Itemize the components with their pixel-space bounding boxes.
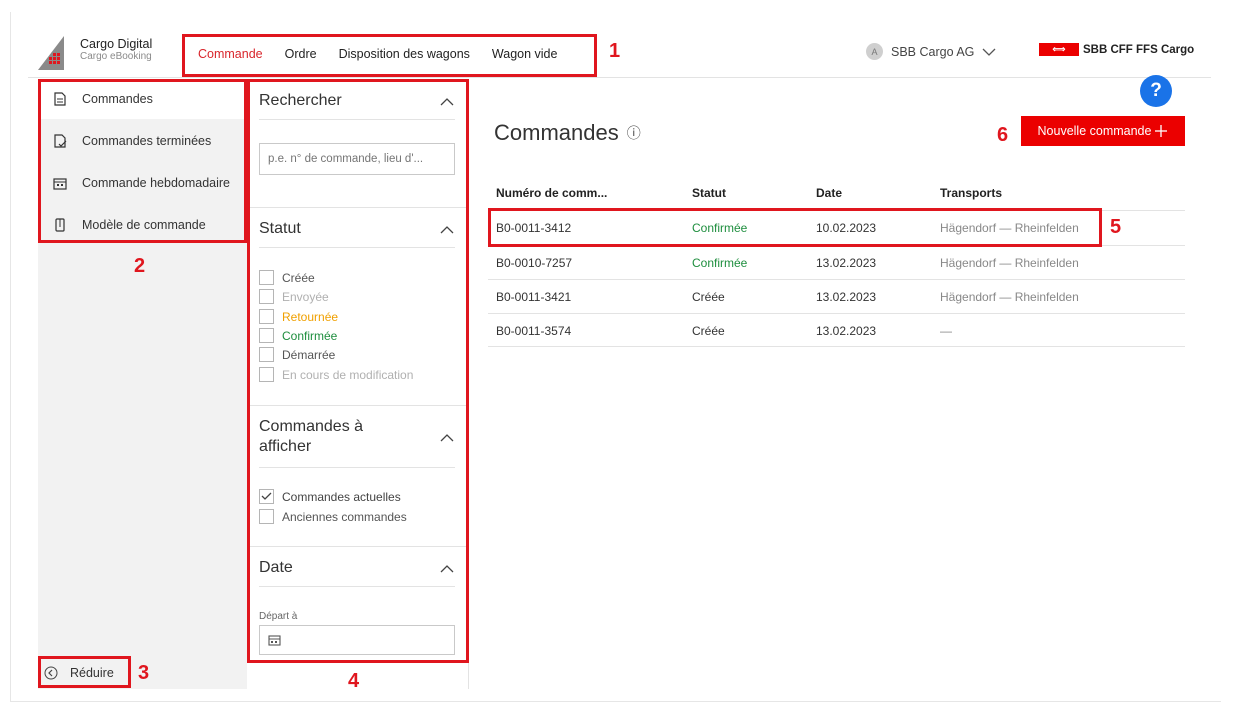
help-button[interactable]: ?: [1140, 75, 1172, 107]
new-order-label: Nouvelle commande: [1037, 124, 1152, 138]
chevron-down-icon: [982, 48, 996, 56]
column-header-status[interactable]: Statut: [692, 186, 726, 200]
column-header-transports[interactable]: Transports: [940, 186, 1002, 200]
annotation-number-4: 4: [348, 670, 360, 692]
avatar: A: [866, 43, 883, 60]
annotation-number-5: 5: [1110, 216, 1122, 238]
info-icon[interactable]: ⓘ: [627, 123, 641, 143]
order-date: 13.02.2023: [816, 290, 877, 304]
annotation-number-3: 3: [138, 662, 150, 684]
annotation-box-1: [182, 34, 597, 77]
order-status: Créée: [692, 324, 725, 338]
annotation-box-2: [38, 79, 247, 243]
table-row[interactable]: B0-0011-3574 Créée 13.02.2023 —: [488, 313, 1185, 347]
brand-title: Cargo Digital: [80, 37, 153, 51]
order-transport: —: [940, 324, 952, 338]
sbb-logo: ⟺ SBB CFF FFS Cargo: [1039, 43, 1194, 56]
order-date: 13.02.2023: [816, 324, 877, 338]
new-order-button[interactable]: Nouvelle commande: [1021, 116, 1185, 146]
user-name: SBB Cargo AG: [891, 44, 975, 59]
plus-icon: [1155, 125, 1168, 137]
order-number: B0-0011-3574: [496, 324, 572, 338]
table-row[interactable]: B0-0011-3421 Créée 13.02.2023 Hägendorf …: [488, 279, 1185, 313]
sbb-logo-text: SBB CFF FFS Cargo: [1083, 43, 1195, 56]
order-status: Créée: [692, 290, 725, 304]
order-status: Confirmée: [692, 256, 748, 270]
page-title: Commandes ⓘ: [494, 120, 641, 146]
column-header-number[interactable]: Numéro de comm...: [496, 186, 607, 200]
annotation-number-6: 6: [997, 124, 1009, 146]
user-menu[interactable]: A SBB Cargo AG: [866, 43, 996, 60]
table-row[interactable]: B0-0010-7257 Confirmée 13.02.2023 Hägend…: [488, 245, 1185, 279]
sbb-flag-icon: ⟺: [1039, 43, 1079, 56]
annotation-box-5: [488, 208, 1102, 247]
order-transport: Hägendorf — Rheinfelden: [940, 256, 1079, 270]
order-number: B0-0010-7257: [496, 256, 573, 270]
order-transport: Hägendorf — Rheinfelden: [940, 290, 1079, 304]
annotation-number-2: 2: [134, 255, 146, 277]
brand-subtitle: Cargo eBooking: [80, 51, 152, 62]
order-number: B0-0011-3421: [496, 290, 572, 304]
page-title-text: Commandes: [494, 120, 619, 145]
column-header-date[interactable]: Date: [816, 186, 842, 200]
annotation-box-3: [38, 656, 131, 688]
cargo-logo-icon: [38, 36, 64, 70]
order-date: 13.02.2023: [816, 256, 877, 270]
annotation-box-4: [247, 79, 469, 663]
annotation-number-1: 1: [609, 40, 621, 62]
